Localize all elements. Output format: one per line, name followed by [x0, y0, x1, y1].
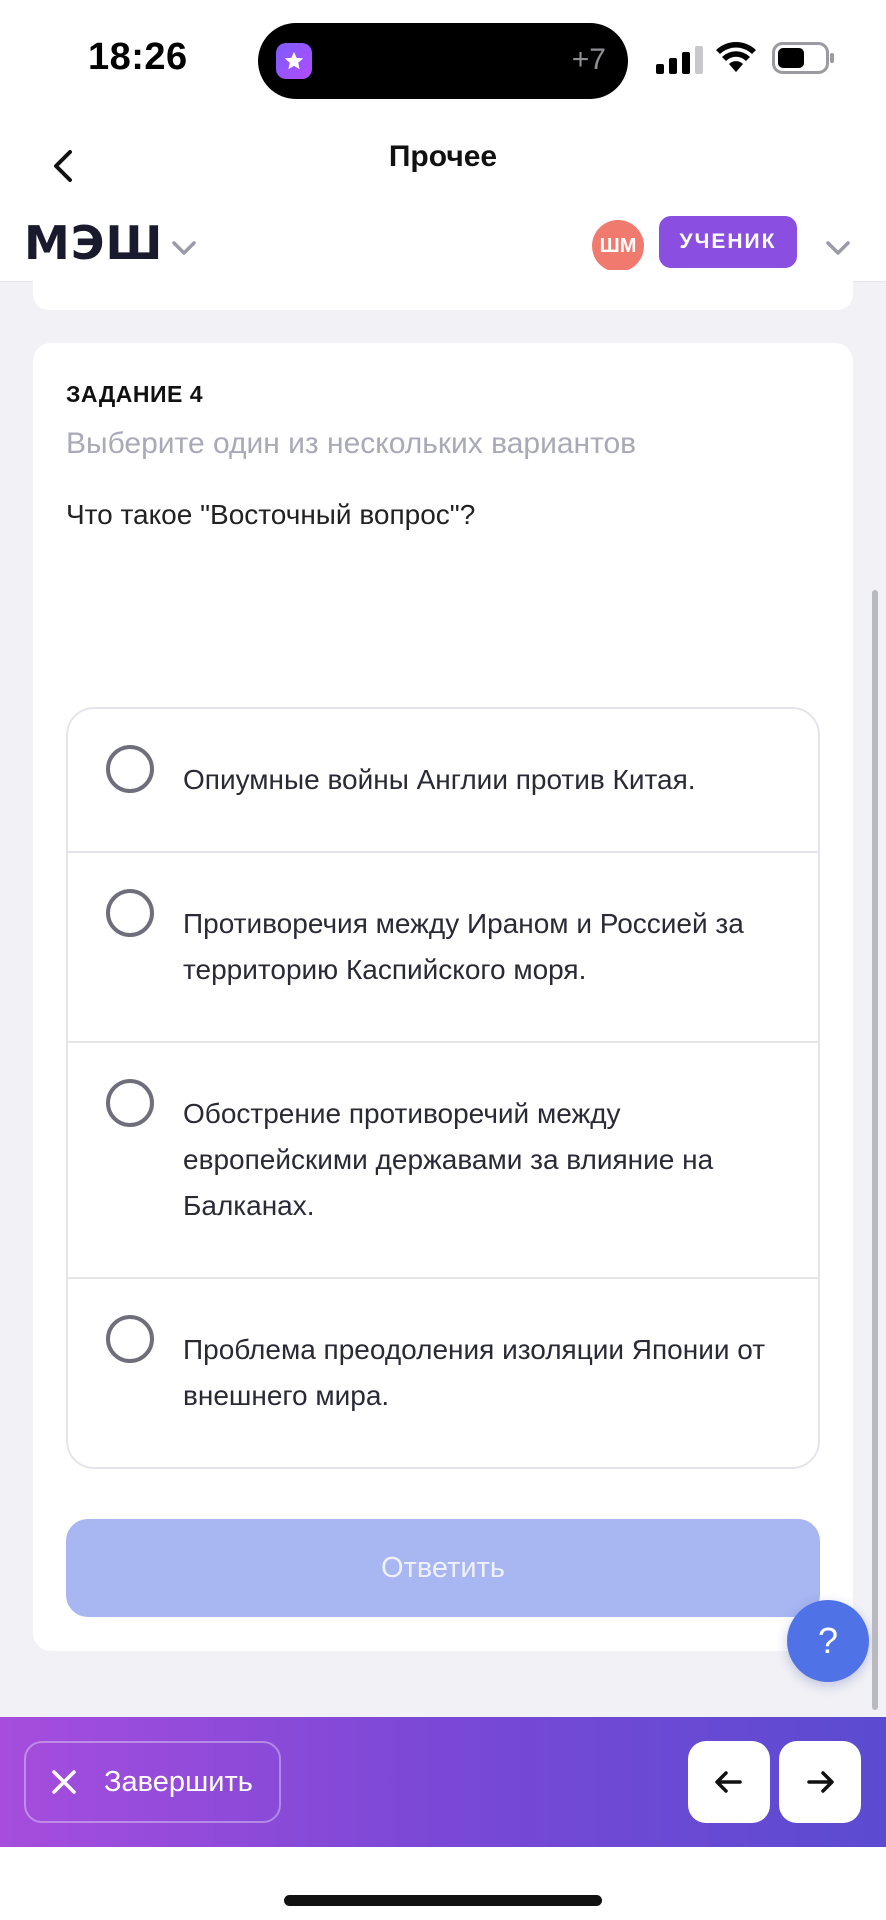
home-indicator[interactable]: [284, 1895, 602, 1906]
arrow-left-icon: [715, 1771, 742, 1793]
answer-option[interactable]: Опиумные войны Англии против Китая.: [68, 709, 818, 851]
avatar[interactable]: ШМ: [592, 220, 644, 272]
task-card: ЗАДАНИЕ 4 Выберите один из нескольких ва…: [33, 343, 853, 1651]
previous-task-card: [33, 270, 853, 310]
cellular-signal-icon: [656, 46, 703, 74]
battery-icon: [772, 42, 834, 74]
radio-button[interactable]: [106, 745, 154, 793]
mesh-logo[interactable]: МЭШ: [24, 216, 163, 270]
nav-bar: Прочее: [0, 120, 886, 212]
role-badge[interactable]: УЧЕНИК: [659, 216, 797, 268]
task-question: Что такое "Восточный вопрос"?: [66, 499, 476, 530]
finish-label: Завершить: [104, 1765, 253, 1798]
dynamic-island[interactable]: +7: [258, 23, 628, 99]
option-text: Опиумные войны Англии против Китая.: [183, 764, 696, 795]
notification-count: +7: [571, 43, 606, 76]
status-time: 18:26: [88, 36, 188, 78]
answer-button[interactable]: Ответить: [66, 1519, 820, 1617]
answer-options: Опиумные войны Англии против Китая. Прот…: [66, 707, 820, 1469]
radio-button[interactable]: [106, 1079, 154, 1127]
radio-button[interactable]: [106, 889, 154, 937]
answer-option[interactable]: Обострение противоречий между европейски…: [68, 1041, 818, 1277]
close-icon: [52, 1770, 76, 1794]
star-app-icon: [276, 43, 312, 79]
previous-task-button[interactable]: [688, 1741, 770, 1823]
page-title: Прочее: [388, 140, 498, 173]
answer-option[interactable]: Проблема преодоления изоляции Японии от …: [68, 1277, 818, 1467]
bottom-bar: Завершить: [0, 1717, 886, 1847]
arrow-right-icon: [807, 1771, 834, 1793]
help-button[interactable]: ?: [787, 1600, 869, 1682]
profile-chevron-down-icon[interactable]: [820, 230, 856, 266]
option-text: Противоречия между Ираном и Россией за т…: [183, 908, 744, 985]
option-text: Проблема преодоления изоляции Японии от …: [183, 1334, 766, 1411]
wifi-icon: [716, 42, 756, 72]
scrollbar[interactable]: [872, 590, 878, 1710]
answer-option[interactable]: Противоречия между Ираном и Россией за т…: [68, 851, 818, 1041]
task-hint: Выберите один из нескольких вариантов: [66, 427, 637, 460]
finish-button[interactable]: Завершить: [24, 1741, 281, 1823]
task-number: ЗАДАНИЕ 4: [66, 381, 204, 407]
status-bar: 18:26 +7: [0, 0, 886, 120]
next-task-button[interactable]: [779, 1741, 861, 1823]
option-text: Обострение противоречий между европейски…: [183, 1098, 714, 1221]
radio-button[interactable]: [106, 1315, 154, 1363]
chevron-down-icon[interactable]: [166, 230, 202, 266]
home-area: [0, 1847, 886, 1920]
